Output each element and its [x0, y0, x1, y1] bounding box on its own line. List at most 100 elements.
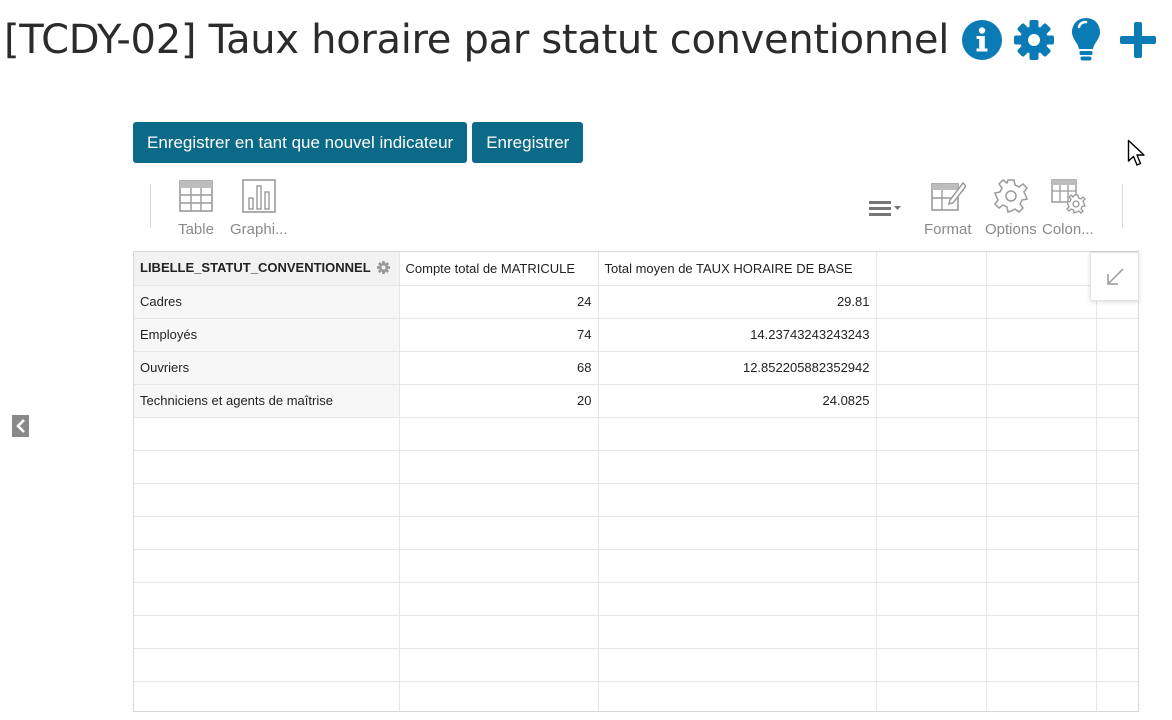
toolbar-divider-left: [150, 184, 151, 228]
empty-cell: [134, 417, 400, 451]
empty-cell: [1096, 648, 1138, 682]
toolbar-divider-right: [1122, 184, 1123, 228]
row-label-cell: Ouvriers: [134, 351, 400, 385]
empty-cell: [1096, 615, 1138, 649]
view-menu-dropdown[interactable]: [869, 198, 903, 223]
table-row: Employés 74 14.23743243243243: [134, 318, 1138, 352]
empty-cell: [134, 483, 400, 517]
empty-cell: [598, 681, 877, 711]
column-header-count[interactable]: Compte total de MATRICULE: [399, 252, 599, 286]
data-grid: LIBELLE_STATUT_CONVENTIONNEL Compte tota…: [133, 251, 1139, 712]
empty-cell: [134, 615, 400, 649]
table-icon: [179, 180, 213, 212]
empty-cell: [598, 615, 877, 649]
column-header-statut-label: LIBELLE_STATUT_CONVENTIONNEL: [140, 259, 371, 275]
table-view-label: Table: [178, 221, 214, 238]
empty-table-row: [134, 417, 1138, 451]
row-label-cell: Techniciens et agents de maîtrise: [134, 384, 400, 418]
empty-cell: [876, 615, 987, 649]
empty-cell: [876, 549, 987, 583]
empty-cell: [399, 615, 599, 649]
lightbulb-icon[interactable]: [1065, 17, 1107, 63]
plus-icon[interactable]: [1117, 17, 1159, 63]
empty-cell: [134, 549, 400, 583]
table-view-tool[interactable]: Table: [178, 178, 214, 238]
empty-cell: [876, 318, 987, 352]
format-label: Format: [924, 221, 972, 238]
empty-cell: [1096, 582, 1138, 616]
table-header-row: LIBELLE_STATUT_CONVENTIONNEL Compte tota…: [134, 252, 1138, 286]
empty-cell: [1096, 549, 1138, 583]
columns-tool[interactable]: Colon...: [1042, 178, 1094, 238]
empty-cell: [399, 549, 599, 583]
column-header-statut[interactable]: LIBELLE_STATUT_CONVENTIONNEL: [134, 252, 400, 286]
empty-cell: [598, 582, 877, 616]
collapse-panel-button[interactable]: [1090, 252, 1139, 301]
empty-cell: [1096, 681, 1138, 711]
pivot-table: LIBELLE_STATUT_CONVENTIONNEL Compte tota…: [134, 252, 1138, 711]
empty-cell: [986, 681, 1097, 711]
columns-label: Colon...: [1042, 221, 1094, 238]
empty-cell: [598, 648, 877, 682]
side-panel-toggle[interactable]: [12, 415, 29, 437]
options-tool[interactable]: Options: [985, 178, 1037, 238]
empty-cell: [134, 681, 400, 711]
empty-cell: [598, 549, 877, 583]
table-row: Techniciens et agents de maîtrise 20 24.…: [134, 384, 1138, 418]
page-header: [TCDY-02] Taux horaire par statut conven…: [4, 10, 1159, 70]
empty-cell: [399, 681, 599, 711]
empty-table-row: [134, 582, 1138, 616]
empty-cell: [986, 549, 1097, 583]
format-icon: [930, 181, 966, 211]
empty-cell: [876, 582, 987, 616]
save-as-new-indicator-button[interactable]: Enregistrer en tant que nouvel indicateu…: [133, 122, 468, 163]
empty-cell: [399, 417, 599, 451]
gear-icon[interactable]: [1013, 17, 1055, 63]
empty-cell: [876, 516, 987, 550]
columns-settings-icon: [1051, 179, 1086, 214]
hamburger-dropdown-icon: [869, 201, 901, 216]
format-tool[interactable]: Format: [924, 178, 972, 238]
avg-rate-cell: 12.852205882352942: [598, 351, 877, 385]
empty-cell: [986, 648, 1097, 682]
empty-cell: [1096, 384, 1138, 418]
chart-view-tool[interactable]: Graphi...: [230, 178, 288, 238]
empty-header-cell: [876, 252, 987, 286]
column-settings-gear-icon[interactable]: [376, 260, 390, 277]
mouse-cursor-icon: [1127, 139, 1149, 172]
empty-cell: [134, 648, 400, 682]
empty-cell: [598, 483, 877, 517]
empty-table-row: [134, 450, 1138, 484]
avg-rate-cell: 29.81: [598, 285, 877, 319]
empty-cell: [986, 450, 1097, 484]
table-row: Cadres 24 29.81: [134, 285, 1138, 319]
empty-cell: [1096, 483, 1138, 517]
empty-cell: [399, 516, 599, 550]
count-cell: 74: [399, 318, 599, 352]
count-cell: 68: [399, 351, 599, 385]
title-icon-group: [961, 17, 1159, 63]
save-button[interactable]: Enregistrer: [472, 122, 584, 163]
empty-cell: [876, 681, 987, 711]
row-label-cell: Cadres: [134, 285, 400, 319]
empty-cell: [399, 483, 599, 517]
empty-cell: [986, 351, 1097, 385]
count-cell: 20: [399, 384, 599, 418]
empty-cell: [876, 648, 987, 682]
row-label-cell: Employés: [134, 318, 400, 352]
empty-table-row: [134, 615, 1138, 649]
avg-rate-cell: 24.0825: [598, 384, 877, 418]
empty-cell: [986, 285, 1097, 319]
empty-cell: [134, 582, 400, 616]
empty-cell: [598, 417, 877, 451]
empty-table-row: [134, 516, 1138, 550]
info-icon[interactable]: [961, 17, 1003, 63]
empty-cell: [134, 516, 400, 550]
chevron-left-icon: [15, 419, 25, 433]
column-header-avg-rate[interactable]: Total moyen de TAUX HORAIRE DE BASE: [598, 252, 877, 286]
table-row: Ouvriers 68 12.852205882352942: [134, 351, 1138, 385]
options-label: Options: [985, 221, 1037, 238]
empty-cell: [986, 516, 1097, 550]
empty-cell: [876, 285, 987, 319]
action-button-row: Enregistrer en tant que nouvel indicateu…: [133, 122, 584, 163]
